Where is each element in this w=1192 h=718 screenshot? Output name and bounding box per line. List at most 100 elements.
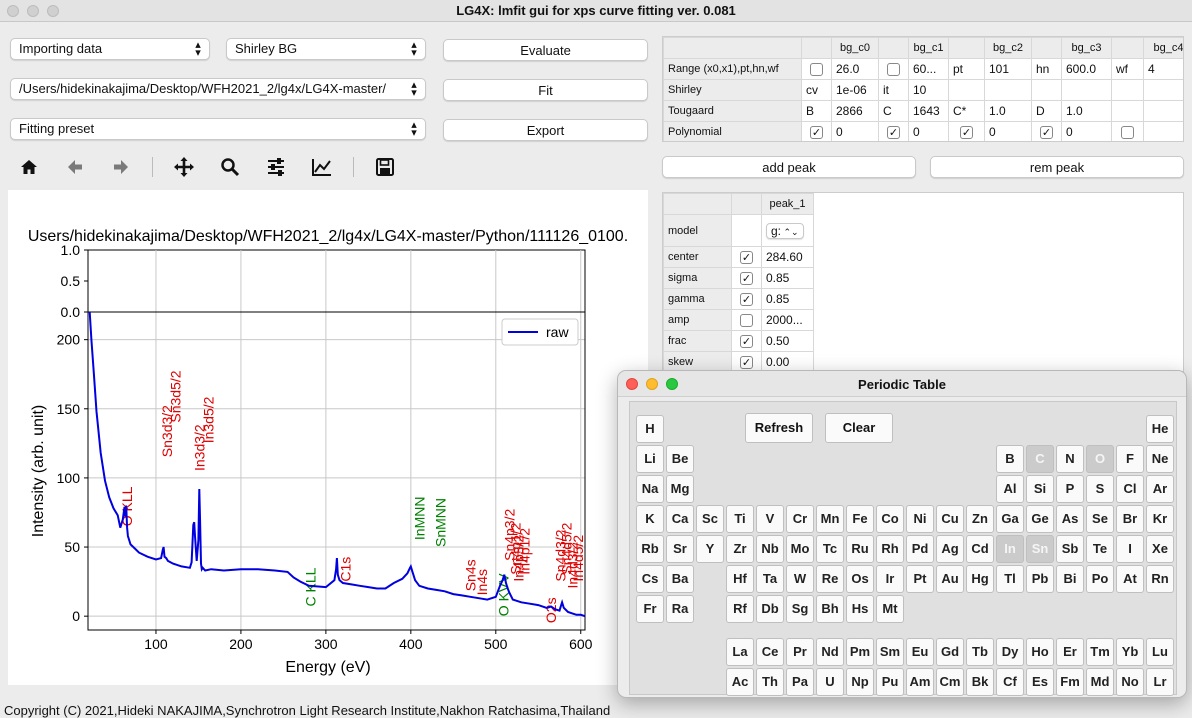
element-cr-button[interactable]: Cr	[786, 505, 814, 533]
element-no-button[interactable]: No	[1116, 668, 1144, 696]
element-pb-button[interactable]: Pb	[1026, 565, 1054, 593]
element-co-button[interactable]: Co	[876, 505, 904, 533]
parameter-cell[interactable]	[984, 79, 1032, 101]
element-hs-button[interactable]: Hs	[846, 595, 874, 623]
element-cs-button[interactable]: Cs	[636, 565, 664, 593]
element-md-button[interactable]: Md	[1086, 668, 1114, 696]
element-in-button[interactable]: In	[996, 535, 1024, 563]
parameter-cell[interactable]: 2866	[831, 100, 879, 122]
element-pd-button[interactable]: Pd	[906, 535, 934, 563]
parameter-cell[interactable]	[1111, 100, 1144, 122]
remove-peak-button[interactable]: rem peak	[930, 156, 1184, 178]
file-path-dropdown[interactable]: /Users/hidekinakajima/Desktop/WFH2021_2/…	[10, 78, 426, 100]
refresh-button[interactable]: Refresh	[745, 413, 813, 443]
element-th-button[interactable]: Th	[756, 668, 784, 696]
element-k-button[interactable]: K	[636, 505, 664, 533]
zoom-icon[interactable]	[215, 152, 245, 182]
periodic-table-window[interactable]: Periodic Table Refresh Clear H He Li Be B C N O…	[617, 370, 1187, 698]
parameter-cell[interactable]: pt	[948, 58, 985, 80]
background-type-dropdown[interactable]: Shirley BG ▴ ▾	[226, 38, 426, 60]
peak-parameter-checkbox[interactable]: ✓	[740, 251, 753, 265]
background-parameter-table[interactable]: bg_c0 bg_c1 bg_c2 bg_c3 bg_c4 Range (x0,x1),…	[662, 36, 1184, 142]
peak-checkbox-cell[interactable]: ✓	[731, 330, 762, 352]
element-es-button[interactable]: Es	[1026, 668, 1054, 696]
save-icon[interactable]	[370, 152, 400, 182]
parameter-cell[interactable]: ✓	[1031, 121, 1062, 141]
element-h-button[interactable]: H	[636, 415, 664, 443]
element-rf-button[interactable]: Rf	[726, 595, 754, 623]
parameter-cell[interactable]	[1111, 79, 1144, 101]
element-ni-button[interactable]: Ni	[906, 505, 934, 533]
element-ta-button[interactable]: Ta	[756, 565, 784, 593]
evaluate-button[interactable]: Evaluate	[443, 39, 648, 61]
element-at-button[interactable]: At	[1116, 565, 1144, 593]
element-bi-button[interactable]: Bi	[1056, 565, 1084, 593]
element-tl-button[interactable]: Tl	[996, 565, 1024, 593]
element-ir-button[interactable]: Ir	[876, 565, 904, 593]
element-pt-button[interactable]: Pt	[906, 565, 934, 593]
peak-checkbox-cell[interactable]: ✓	[731, 288, 762, 310]
forward-arrow-icon[interactable]	[106, 152, 136, 182]
peak-parameter-checkbox[interactable]	[740, 314, 753, 328]
peak-value-cell[interactable]: 2000...	[761, 309, 814, 331]
parameter-cell[interactable]: 101	[984, 58, 1032, 80]
peak-model-dropdown[interactable]: g: ⌃⌄	[766, 222, 804, 239]
element-pr-button[interactable]: Pr	[786, 638, 814, 666]
element-s-button[interactable]: S	[1086, 475, 1114, 503]
element-la-button[interactable]: La	[726, 638, 754, 666]
fitting-preset-dropdown[interactable]: Fitting preset ▴ ▾	[10, 118, 426, 140]
element-kr-button[interactable]: Kr	[1146, 505, 1174, 533]
back-arrow-icon[interactable]	[60, 152, 90, 182]
parameter-checkbox[interactable]: ✓	[1040, 126, 1053, 140]
configure-subplots-icon[interactable]	[261, 152, 291, 182]
peak-value-cell[interactable]: 284.60	[761, 246, 814, 268]
element-mn-button[interactable]: Mn	[816, 505, 844, 533]
element-eu-button[interactable]: Eu	[906, 638, 934, 666]
parameter-cell[interactable]: C	[878, 100, 909, 122]
parameter-cell[interactable]: 0	[908, 121, 949, 141]
element-mt-button[interactable]: Mt	[876, 595, 904, 623]
parameter-cell[interactable]	[1061, 79, 1112, 101]
element-fr-button[interactable]: Fr	[636, 595, 664, 623]
element-rn-button[interactable]: Rn	[1146, 565, 1174, 593]
element-al-button[interactable]: Al	[996, 475, 1024, 503]
export-button[interactable]: Export	[443, 119, 648, 141]
peak-parameter-checkbox[interactable]: ✓	[740, 293, 753, 307]
element-pa-button[interactable]: Pa	[786, 668, 814, 696]
element-i-button[interactable]: I	[1116, 535, 1144, 563]
element-f-button[interactable]: F	[1116, 445, 1144, 473]
element-cu-button[interactable]: Cu	[936, 505, 964, 533]
parameter-cell[interactable]: 0	[984, 121, 1032, 141]
peak-checkbox-cell[interactable]: ✓	[731, 246, 762, 268]
element-be-button[interactable]: Be	[666, 445, 694, 473]
element-ca-button[interactable]: Ca	[666, 505, 694, 533]
element-ba-button[interactable]: Ba	[666, 565, 694, 593]
element-ga-button[interactable]: Ga	[996, 505, 1024, 533]
element-v-button[interactable]: V	[756, 505, 784, 533]
element-lr-button[interactable]: Lr	[1146, 668, 1174, 696]
peak-value-cell[interactable]: 0.50	[761, 330, 814, 352]
element-te-button[interactable]: Te	[1086, 535, 1114, 563]
plot-canvas[interactable]: Users/hidekinakajima/Desktop/WFH2021_2/l…	[8, 190, 648, 685]
parameter-cell[interactable]: 1.0	[1061, 100, 1112, 122]
element-cl-button[interactable]: Cl	[1116, 475, 1144, 503]
element-na-button[interactable]: Na	[636, 475, 664, 503]
element-cm-button[interactable]: Cm	[936, 668, 964, 696]
element-cd-button[interactable]: Cd	[966, 535, 994, 563]
edit-axis-icon[interactable]	[307, 152, 337, 182]
element-ho-button[interactable]: Ho	[1026, 638, 1054, 666]
element-ar-button[interactable]: Ar	[1146, 475, 1174, 503]
home-icon[interactable]	[14, 152, 44, 182]
peak-value-cell[interactable]: 0.85	[761, 267, 814, 289]
element-er-button[interactable]: Er	[1056, 638, 1084, 666]
peak-checkbox-cell[interactable]: ✓	[731, 351, 762, 371]
element-pu-button[interactable]: Pu	[876, 668, 904, 696]
parameter-cell[interactable]: D	[1031, 100, 1062, 122]
parameter-cell[interactable]: 60...	[908, 58, 949, 80]
element-xe-button[interactable]: Xe	[1146, 535, 1174, 563]
model-cell[interactable]: g: ⌃⌄	[761, 214, 814, 247]
element-hg-button[interactable]: Hg	[966, 565, 994, 593]
peak-checkbox-cell[interactable]: ✓	[731, 267, 762, 289]
element-w-button[interactable]: W	[786, 565, 814, 593]
peak-parameter-checkbox[interactable]: ✓	[740, 335, 753, 349]
